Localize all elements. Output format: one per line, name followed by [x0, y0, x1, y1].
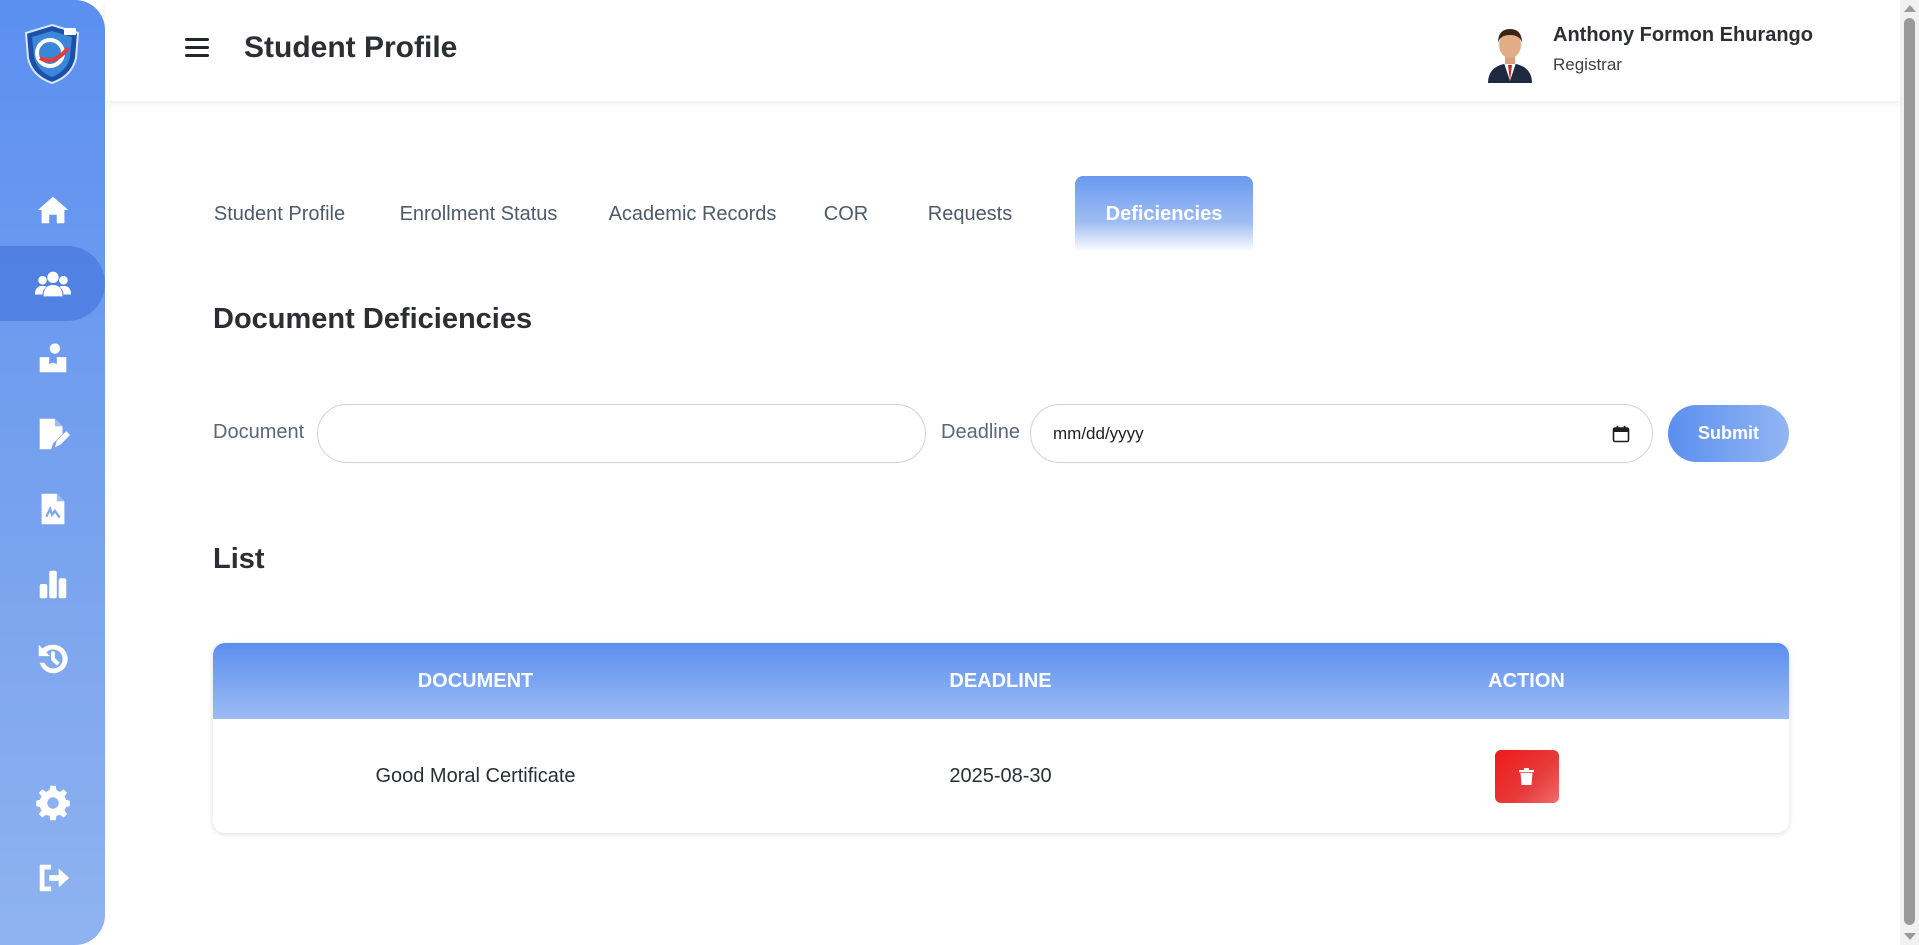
scroll-down-arrow-icon[interactable] [1904, 933, 1916, 940]
sidebar-item-enrollment[interactable] [0, 321, 105, 396]
list-title: List [213, 543, 265, 575]
tab-deficiencies[interactable]: Deficiencies [1075, 176, 1253, 252]
cell-action [1264, 719, 1789, 833]
deficiencies-table: DOCUMENT DEADLINE ACTION Good Moral Cert… [213, 643, 1789, 833]
page-title: Student Profile [244, 31, 458, 64]
sidebar-item-documents[interactable] [0, 471, 105, 546]
tab-academic-records[interactable]: Academic Records [606, 176, 779, 252]
sidebar-item-students[interactable] [0, 246, 105, 321]
section-title: Document Deficiencies [213, 303, 533, 335]
logout-icon [39, 864, 69, 891]
sidebar-item-logout[interactable] [0, 840, 105, 915]
table-row: Good Moral Certificate 2025-08-30 [213, 719, 1789, 833]
cell-document: Good Moral Certificate [375, 764, 576, 787]
sidebar [0, 0, 105, 945]
sidebar-item-history[interactable] [0, 621, 105, 696]
user-role: Registrar [1553, 55, 1622, 74]
reader-icon [39, 342, 66, 372]
scroll-thumb[interactable] [1904, 18, 1915, 925]
sidebar-item-home[interactable] [0, 172, 105, 247]
tab-student-profile[interactable]: Student Profile [208, 176, 351, 252]
tab-enrollment-status[interactable]: Enrollment Status [396, 176, 561, 252]
deadline-label: Deadline [941, 421, 1020, 443]
menu-icon-bar [185, 38, 209, 41]
sidebar-item-records[interactable] [0, 396, 105, 471]
home-icon [37, 196, 68, 223]
gear-icon [35, 785, 70, 820]
deadline-placeholder: mm/dd/yyyy [1053, 423, 1144, 443]
sidebar-item-settings[interactable] [0, 765, 105, 840]
users-icon [34, 271, 71, 296]
document-input[interactable] [317, 404, 926, 463]
calendar-icon[interactable] [1612, 425, 1630, 443]
scroll-up-arrow-icon[interactable] [1904, 5, 1916, 12]
cell-deadline: 2025-08-30 [949, 764, 1052, 787]
document-label: Document [213, 421, 305, 443]
column-header-deadline: DEADLINE [949, 669, 1052, 692]
trash-icon [1519, 767, 1534, 785]
deadline-date-input[interactable]: mm/dd/yyyy [1030, 404, 1653, 463]
history-icon [38, 644, 68, 673]
tab-requests[interactable]: Requests [922, 176, 1018, 252]
delete-button[interactable] [1494, 749, 1559, 803]
column-header-document: DOCUMENT [417, 669, 534, 692]
user-avatar[interactable] [1482, 23, 1538, 83]
menu-toggle-button[interactable] [185, 36, 211, 60]
sidebar-item-reports[interactable] [0, 546, 105, 621]
file-edit-icon [39, 418, 70, 449]
user-name: Anthony Formon Ehurango [1553, 24, 1813, 46]
app-root: Student Profile Anthony Formon Ehurango … [0, 0, 1919, 945]
school-logo [24, 23, 80, 85]
page-scrollbar[interactable] [1900, 0, 1919, 945]
column-header-action: ACTION [1488, 669, 1565, 692]
file-signature-icon [41, 493, 64, 524]
bar-chart-icon [39, 570, 66, 598]
menu-icon-bar [185, 46, 209, 49]
menu-icon-bar [185, 54, 209, 57]
submit-button[interactable]: Submit [1668, 405, 1789, 462]
tab-cor[interactable]: COR [822, 176, 870, 252]
top-header: Student Profile Anthony Formon Ehurango … [105, 0, 1900, 101]
table-header: DOCUMENT DEADLINE ACTION [213, 643, 1789, 719]
